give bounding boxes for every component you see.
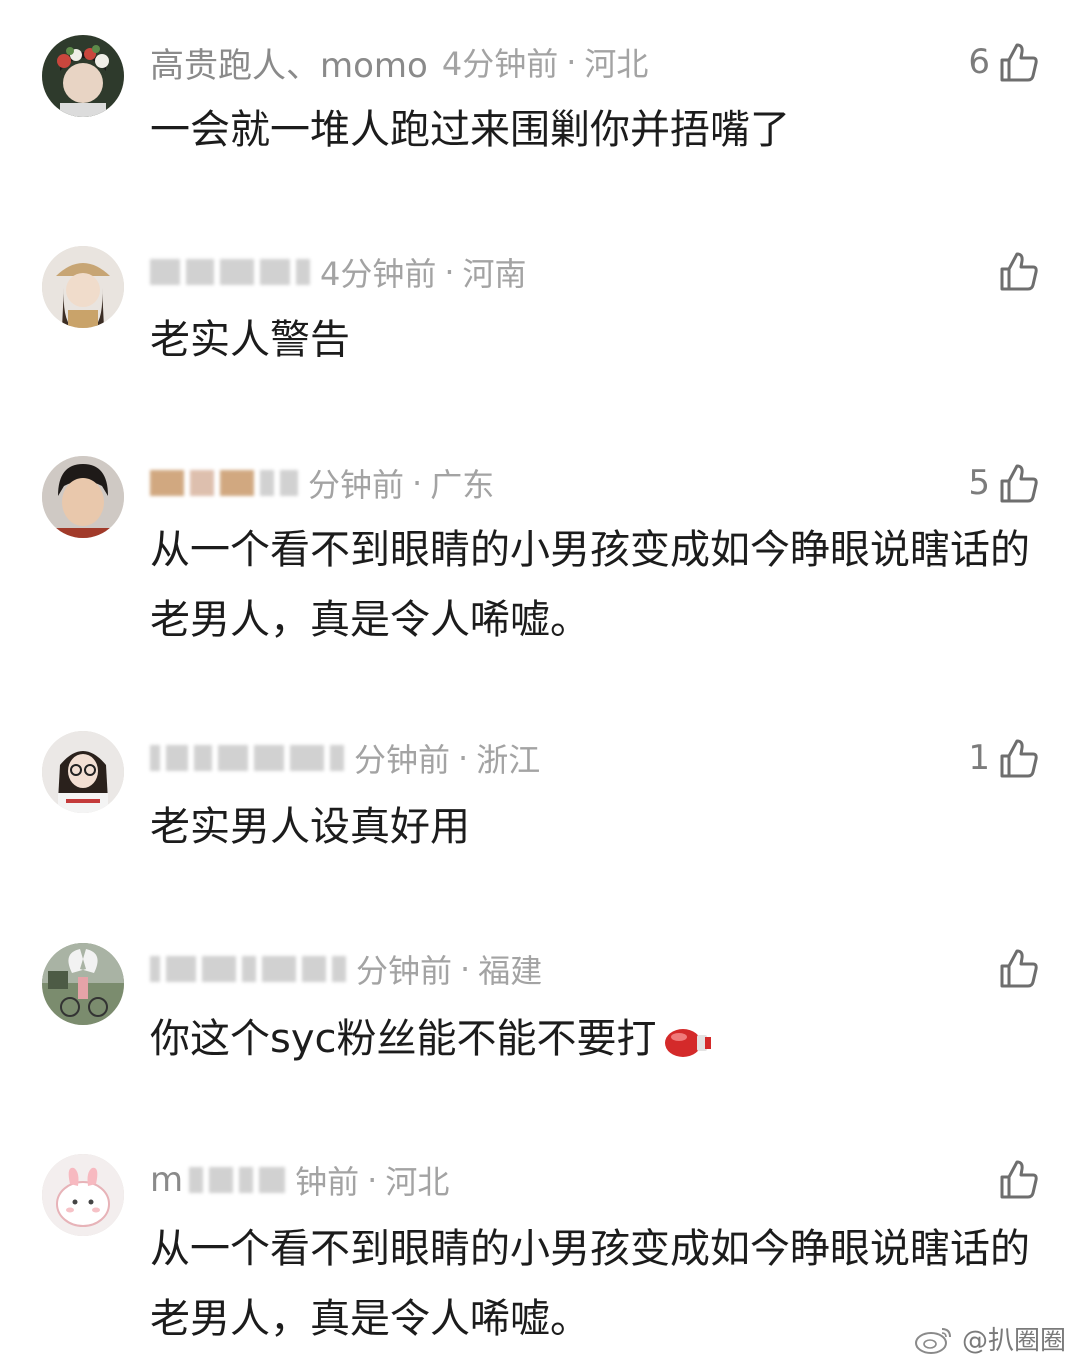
meta-separator: · (460, 950, 471, 988)
comment-list: 高贵跑人、momo 4分钟前 · 河北 6 一会就一堆人跑过来围剿你并捂嘴了 4… (0, 0, 1080, 1369)
meta-separator: · (566, 43, 577, 81)
weibo-logo-icon (914, 1327, 951, 1354)
girl-glasses-avatar-icon (42, 731, 124, 813)
comment-text: 你这个syc粉丝能不能不要打 (150, 1004, 1030, 1074)
comment-time: 钟前 (295, 1163, 360, 1201)
meta-separator: · (444, 253, 455, 291)
comment-text: 一会就一堆人跑过来围剿你并捂嘴了 (150, 107, 790, 153)
meta-separator: · (412, 464, 423, 502)
meta-separator: · (458, 739, 469, 777)
like-count: 6 (968, 42, 990, 82)
like-button[interactable]: 5 (968, 459, 1040, 507)
thumbs-up-icon (1000, 739, 1038, 778)
username-redacted (150, 745, 344, 771)
comment-location: 浙江 (476, 741, 541, 779)
thumbs-up-icon (1000, 252, 1038, 291)
watermark-text: @扒圈圈 (961, 1326, 1066, 1356)
username-redacted (150, 956, 346, 982)
like-button[interactable] (996, 1155, 1040, 1203)
boxing-glove-icon (664, 1029, 711, 1057)
username[interactable]: 高贵跑人、momo (150, 38, 428, 87)
floral-girl-avatar-icon (42, 35, 124, 117)
user-avatar[interactable] (42, 35, 124, 117)
angel-bike-avatar-icon (42, 943, 124, 1025)
comment-text: 从一个看不到眼睛的小男孩变成如今睁眼说瞎话的老男人，真是令人唏嘘。 (150, 1226, 1030, 1342)
user-avatar[interactable] (42, 456, 124, 538)
thumbs-up-icon (1000, 464, 1038, 503)
user-avatar[interactable] (42, 731, 124, 813)
like-button[interactable] (996, 944, 1040, 992)
user-avatar[interactable] (42, 1154, 124, 1236)
user-avatar[interactable] (42, 246, 124, 328)
comment-time: 分钟前 (354, 741, 451, 779)
comment-time: 分钟前 (356, 952, 453, 990)
meta-separator: · (367, 1161, 378, 1199)
comment-location: 河北 (385, 1163, 450, 1201)
comment-text: 老实人警告 (150, 317, 350, 363)
like-count: 1 (968, 738, 990, 778)
cartoon-bunny-avatar-icon (42, 1154, 124, 1236)
like-count: 5 (968, 463, 990, 503)
thumbs-up-icon (1000, 1160, 1038, 1199)
comment-time: 4分钟前 (441, 45, 559, 83)
thumbs-up-icon (1000, 43, 1038, 82)
comment-time: 4分钟前 (320, 255, 437, 293)
like-button[interactable]: 6 (968, 38, 1040, 86)
girl-hat-avatar-icon (42, 246, 124, 328)
comment-location: 河北 (584, 45, 649, 83)
username-redacted (150, 470, 298, 496)
comment-location: 福建 (478, 952, 543, 990)
comment-time: 分钟前 (308, 466, 405, 504)
like-button[interactable]: 1 (968, 734, 1040, 782)
thumbs-up-icon (1000, 949, 1038, 988)
like-button[interactable] (996, 247, 1040, 295)
user-avatar[interactable] (42, 943, 124, 1025)
watermark: @扒圈圈 (914, 1320, 1066, 1357)
boy-avatar-icon (42, 456, 124, 538)
username-redacted (189, 1167, 286, 1193)
comment-location: 河南 (462, 255, 527, 293)
comment-location: 广东 (430, 466, 495, 504)
username[interactable]: m (150, 1160, 183, 1200)
comment-text-content: 你这个syc粉丝能不能不要打 (150, 1016, 657, 1062)
username-redacted (150, 259, 310, 285)
comment-text: 老实男人设真好用 (150, 804, 470, 850)
comment-text: 从一个看不到眼睛的小男孩变成如今睁眼说瞎话的老男人，真是令人唏嘘。 (150, 527, 1030, 643)
